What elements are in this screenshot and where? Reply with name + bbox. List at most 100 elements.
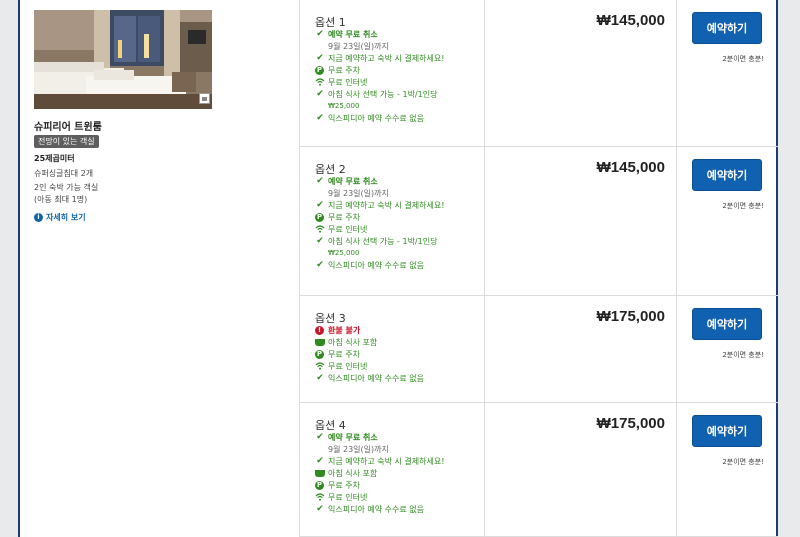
- check-icon: [315, 373, 325, 383]
- room-photo[interactable]: [34, 10, 212, 109]
- room-occupancy-children: (아동 최대 1명): [34, 195, 88, 204]
- option-feature: 지금 예약하고 숙박 시 결제하세요!: [315, 52, 444, 64]
- option-price-column: ₩145,000: [485, 0, 677, 146]
- option-feature: P 무료 주차: [315, 348, 424, 360]
- check-icon: [315, 200, 325, 210]
- check-icon: [315, 236, 325, 246]
- option-feature: 아침 식사 포함: [315, 467, 444, 479]
- option-price-column: ₩175,000: [485, 403, 677, 536]
- check-icon: [315, 53, 325, 63]
- option-feature-list: 예약 무료 취소 9월 23일(일)까지지금 예약하고 숙박 시 결제하세요! P무…: [315, 28, 444, 124]
- parking-icon: P: [315, 480, 324, 490]
- wifi-icon: [315, 361, 325, 371]
- rate-option: 옵션 4예약 무료 취소9월 23일(일)까지지금 예약하고 숙박 시 결제하세…: [300, 403, 778, 537]
- option-details: 옵션 3!환불 불가아침 식사 포함P무료 주차무료 인터넷익스피디아 예약 수…: [300, 296, 485, 402]
- check-icon: [315, 89, 325, 99]
- wifi-icon: [315, 224, 325, 234]
- parking-icon: P: [315, 212, 324, 222]
- option-price: ₩145,000: [596, 12, 665, 29]
- option-feature: 익스피디아 예약 수수료 없음: [315, 112, 444, 124]
- book-button[interactable]: 예약하기: [692, 12, 762, 44]
- alert-icon: !: [315, 325, 324, 335]
- option-feature: 무료 인터넷: [315, 491, 444, 503]
- option-details: 옵션 2예약 무료 취소9월 23일(일)까지지금 예약하고 숙박 시 결제하세…: [300, 147, 485, 295]
- option-feature: ₩25,000: [315, 100, 444, 112]
- option-feature: 예약 무료 취소: [315, 175, 444, 187]
- option-feature: 익스피디아 예약 수수료 없음: [315, 503, 444, 515]
- option-feature: ₩25,000: [315, 247, 444, 259]
- option-feature: 무료 인터넷: [315, 360, 424, 372]
- view-badge: 전망이 있는 객실: [34, 135, 99, 148]
- option-feature-text: 무료 주차: [328, 480, 360, 490]
- option-feature-text: 익스피디아 예약 수수료 없음: [328, 260, 424, 270]
- option-feature-text: 9월 23일(일)까지: [328, 41, 389, 51]
- parking-icon: P: [315, 65, 324, 75]
- option-feature: P 무료 주차: [315, 211, 444, 223]
- option-feature: 지금 예약하고 숙박 시 결제하세요!: [315, 455, 444, 467]
- parking-icon: P: [315, 349, 324, 359]
- option-feature-list: 예약 무료 취소 9월 23일(일)까지지금 예약하고 숙박 시 결제하세요! 아침…: [315, 431, 444, 515]
- option-feature-text: 예약 무료 취소: [328, 29, 378, 39]
- option-feature-text: 예약 무료 취소: [328, 176, 378, 186]
- check-icon: [315, 504, 325, 514]
- option-book-column: 예약하기 2분이면 충분!: [677, 147, 778, 295]
- option-feature: P 무료 주차: [315, 64, 444, 76]
- option-feature: 지금 예약하고 숙박 시 결제하세요!: [315, 199, 444, 211]
- room-info-column: 슈피리어 트윈룸 전망이 있는 객실 25제곱미터 슈퍼싱글침대 2개 2인 숙…: [20, 0, 300, 537]
- book-button[interactable]: 예약하기: [692, 415, 762, 447]
- room-beds: 슈퍼싱글침대 2개: [34, 169, 94, 178]
- option-feature-text: 무료 주차: [328, 349, 360, 359]
- check-icon: [315, 176, 325, 186]
- option-feature: 아침 식사 포함: [315, 336, 424, 348]
- option-feature-text: 아침 식사 포함: [328, 468, 378, 478]
- option-details: 옵션 1예약 무료 취소9월 23일(일)까지지금 예약하고 숙박 시 결제하세…: [300, 0, 485, 146]
- option-feature-text: 환불 불가: [328, 325, 361, 335]
- option-feature-text: 지금 예약하고 숙박 시 결제하세요!: [328, 200, 445, 210]
- room-size: 25제곱미터: [34, 154, 75, 163]
- option-feature-text: 지금 예약하고 숙박 시 결제하세요!: [328, 456, 445, 466]
- option-price: ₩175,000: [596, 308, 665, 325]
- wifi-icon: [315, 492, 325, 502]
- option-feature-text: ₩25,000: [328, 102, 360, 110]
- check-icon: [315, 432, 325, 442]
- option-feature-text: 예약 무료 취소: [328, 432, 378, 442]
- option-feature-text: 무료 인터넷: [328, 77, 368, 87]
- gallery-icon[interactable]: [199, 93, 210, 104]
- option-feature-text: 익스피디아 예약 수수료 없음: [328, 373, 424, 383]
- option-price-column: ₩145,000: [485, 147, 677, 295]
- rate-option: 옵션 1예약 무료 취소9월 23일(일)까지지금 예약하고 숙박 시 결제하세…: [300, 0, 778, 147]
- room-name: 슈피리어 트윈룸: [34, 122, 102, 133]
- check-icon: [315, 29, 325, 39]
- book-button[interactable]: 예약하기: [692, 308, 762, 340]
- option-feature-text: 지금 예약하고 숙박 시 결제하세요!: [328, 53, 445, 63]
- option-price-column: ₩175,000: [485, 296, 677, 402]
- option-feature: 예약 무료 취소: [315, 431, 444, 443]
- option-price: ₩145,000: [596, 159, 665, 176]
- option-feature: 9월 23일(일)까지: [315, 40, 444, 52]
- details-link[interactable]: i 자세히 보기: [34, 212, 86, 223]
- option-feature: 아침 식사 선택 가능 - 1박/1인당: [315, 88, 444, 100]
- option-feature-list: 예약 무료 취소 9월 23일(일)까지지금 예약하고 숙박 시 결제하세요! P무…: [315, 175, 444, 271]
- check-icon: [315, 456, 325, 466]
- option-feature-text: 무료 주차: [328, 65, 360, 75]
- option-feature-list: ! 환불 불가아침 식사 포함 P 무료 주차무료 인터넷익스피디아 예약 수수료 없…: [315, 324, 424, 384]
- option-feature-text: 익스피디아 예약 수수료 없음: [328, 504, 424, 514]
- option-feature: 아침 식사 선택 가능 - 1박/1인당: [315, 235, 444, 247]
- option-feature: 무료 인터넷: [315, 223, 444, 235]
- option-feature-text: 무료 인터넷: [328, 492, 368, 502]
- option-feature-text: 아침 식사 선택 가능 - 1박/1인당: [328, 89, 438, 99]
- option-feature-text: 무료 주차: [328, 212, 360, 222]
- book-button[interactable]: 예약하기: [692, 159, 762, 191]
- breakfast-icon: [315, 469, 325, 477]
- option-book-column: 예약하기 2분이면 충분!: [677, 296, 778, 402]
- option-feature-text: 무료 인터넷: [328, 361, 368, 371]
- option-feature: 무료 인터넷: [315, 76, 444, 88]
- option-feature: 예약 무료 취소: [315, 28, 444, 40]
- option-feature: 9월 23일(일)까지: [315, 443, 444, 455]
- option-feature: ! 환불 불가: [315, 324, 424, 336]
- room-listing-frame: 슈피리어 트윈룸 전망이 있는 객실 25제곱미터 슈퍼싱글침대 2개 2인 숙…: [18, 0, 778, 537]
- option-feature: 익스피디아 예약 수수료 없음: [315, 259, 444, 271]
- option-feature-text: 아침 식사 포함: [328, 337, 378, 347]
- option-feature: P 무료 주차: [315, 479, 444, 491]
- option-feature-text: 아침 식사 선택 가능 - 1박/1인당: [328, 236, 438, 246]
